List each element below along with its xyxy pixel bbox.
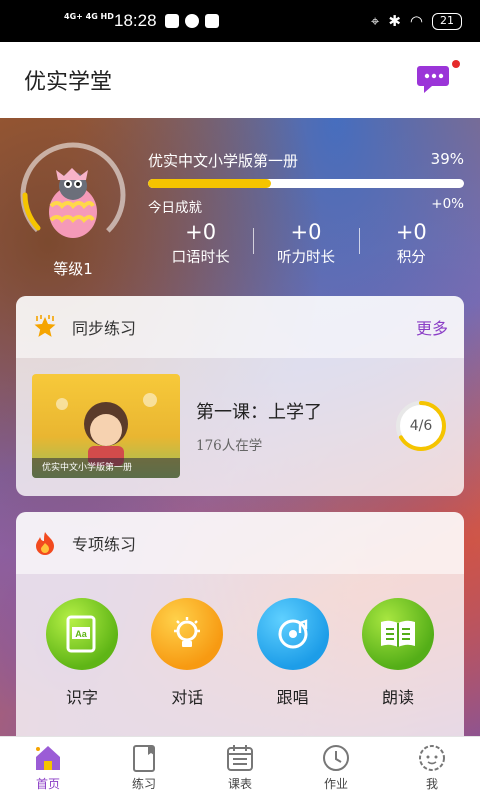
practice-icon-circle: Aa <box>46 598 118 670</box>
tab-me[interactable]: 我 <box>384 737 480 800</box>
battery-indicator: 21 <box>432 12 462 30</box>
stat-points: +0 积分 <box>358 220 464 267</box>
flame-icon <box>36 532 54 555</box>
network-indicator: 4G+ 4G HD <box>64 13 114 21</box>
practice-label: 对话 <box>171 688 204 707</box>
profile-face-icon <box>419 745 445 771</box>
egg-mascot-icon <box>49 168 97 238</box>
stat-value: +0 <box>290 220 322 244</box>
lesson-title: 第一课：上学了 <box>196 402 322 423</box>
lightbulb-icon <box>174 617 201 647</box>
lesson-item[interactable]: 优实中文小学版第一册 第一课：上学了 176人在学 4/6 <box>16 358 464 494</box>
level-avatar[interactable] <box>18 140 128 250</box>
level-label: 等级1 <box>53 260 93 278</box>
stat-label: 口语时长 <box>171 250 230 266</box>
music-disc-icon <box>278 619 308 649</box>
telegram-icon <box>164 14 179 28</box>
lesson-progress-text: 4/6 <box>409 418 433 434</box>
book-aa-icon: Aa <box>66 615 96 653</box>
location-icon: ⌖ <box>370 12 380 30</box>
app-notification-icon <box>184 14 199 28</box>
status-time: 18:28 <box>114 11 157 30</box>
stat-label: 听力时长 <box>276 250 335 266</box>
tab-practice[interactable]: 练习 <box>96 737 192 800</box>
app-title: 优实学堂 <box>24 70 113 95</box>
stat-value: +0 <box>185 220 217 244</box>
more-link[interactable]: 更多 <box>416 315 448 339</box>
stat-label: 积分 <box>396 250 426 266</box>
special-practice-card: 专项练习 Aa 识字 对话 跟唱 朗读 <box>16 512 464 752</box>
practice-icon-circle <box>256 598 329 670</box>
level-ring-progress <box>22 192 41 231</box>
practice-label: 朗读 <box>381 688 414 707</box>
wifi-icon: ◠ <box>409 12 423 30</box>
practice-label: 跟唱 <box>276 688 309 707</box>
today-achievement-label: 今日成就 <box>148 200 202 216</box>
schedule-icon <box>227 745 253 771</box>
network-1-label: 4G+ <box>64 12 83 21</box>
sync-practice-header: 同步练习 更多 <box>16 296 464 358</box>
home-icon <box>36 746 60 770</box>
practice-dialogue[interactable]: 对话 <box>139 598 235 708</box>
notebook-icon <box>133 745 155 772</box>
book-title: 优实中文小学版第一册 <box>148 152 299 170</box>
lesson-thumbnail: 优实中文小学版第一册 <box>32 374 180 478</box>
bottom-tab-bar: 首页 练习 课表 作业 我 <box>0 736 480 800</box>
special-practice-grid: Aa 识字 对话 跟唱 朗读 <box>16 574 464 708</box>
sync-practice-title: 同步练习 <box>72 319 137 338</box>
tab-label: 首页 <box>35 777 60 791</box>
svg-text:Aa: Aa <box>75 629 87 639</box>
book-progress-bar <box>148 179 464 188</box>
book-progress-fill <box>148 179 272 188</box>
app-header: 优实学堂 <box>0 42 480 118</box>
unread-badge <box>452 60 460 68</box>
clock-icon <box>323 745 349 771</box>
tab-label: 练习 <box>131 777 156 791</box>
tab-label: 作业 <box>323 777 348 791</box>
open-book-icon <box>380 620 415 647</box>
lesson-learner-count: 176人在学 <box>196 438 263 454</box>
star-crown-icon <box>34 315 56 337</box>
chat-bubble-icon <box>417 66 449 93</box>
messages-button[interactable] <box>416 60 460 100</box>
tab-schedule[interactable]: 课表 <box>192 737 288 800</box>
stat-value: +0 <box>395 220 427 244</box>
lesson-progress-ring: 4/6 <box>394 399 448 453</box>
sync-practice-card: 同步练习 更多 优实中文小学版第一册 第一课：上学了 176人在学 4/6 <box>16 296 464 496</box>
practice-literacy[interactable]: Aa 识字 <box>34 598 130 708</box>
thumbnail-caption: 优实中文小学版第一册 <box>32 458 180 478</box>
book-progress-percent: 39% <box>430 150 464 168</box>
bluetooth-icon: ✱ <box>388 12 401 30</box>
tab-homework[interactable]: 作业 <box>288 737 384 800</box>
practice-sing-along[interactable]: 跟唱 <box>245 598 341 708</box>
practice-label: 识字 <box>65 688 98 707</box>
status-notification-icons <box>164 14 219 28</box>
mail-icon <box>204 14 219 28</box>
special-practice-title: 专项练习 <box>72 535 137 554</box>
tab-label: 我 <box>425 777 438 791</box>
tab-label: 课表 <box>227 777 252 791</box>
tab-home[interactable]: 首页 <box>0 737 96 800</box>
stat-listening-time: +0 听力时长 <box>253 220 358 267</box>
stats-row: +0 口语时长 +0 听力时长 +0 积分 <box>148 220 464 267</box>
special-practice-header: 专项练习 <box>16 512 464 574</box>
practice-read-aloud[interactable]: 朗读 <box>350 598 446 708</box>
practice-icon-circle <box>151 598 224 670</box>
today-delta: +0% <box>431 196 464 212</box>
status-bar: 4G+ 4G HD 18:28 ⌖ ✱ ◠ 21 <box>0 0 480 42</box>
stat-speaking-time: +0 口语时长 <box>148 220 253 267</box>
book-progress-panel[interactable]: 优实中文小学版第一册 39% 今日成就 +0% +0 口语时长 +0 听力时长 … <box>148 150 464 267</box>
practice-icon-circle <box>361 598 434 670</box>
network-2-label: 4G HD <box>85 12 114 21</box>
